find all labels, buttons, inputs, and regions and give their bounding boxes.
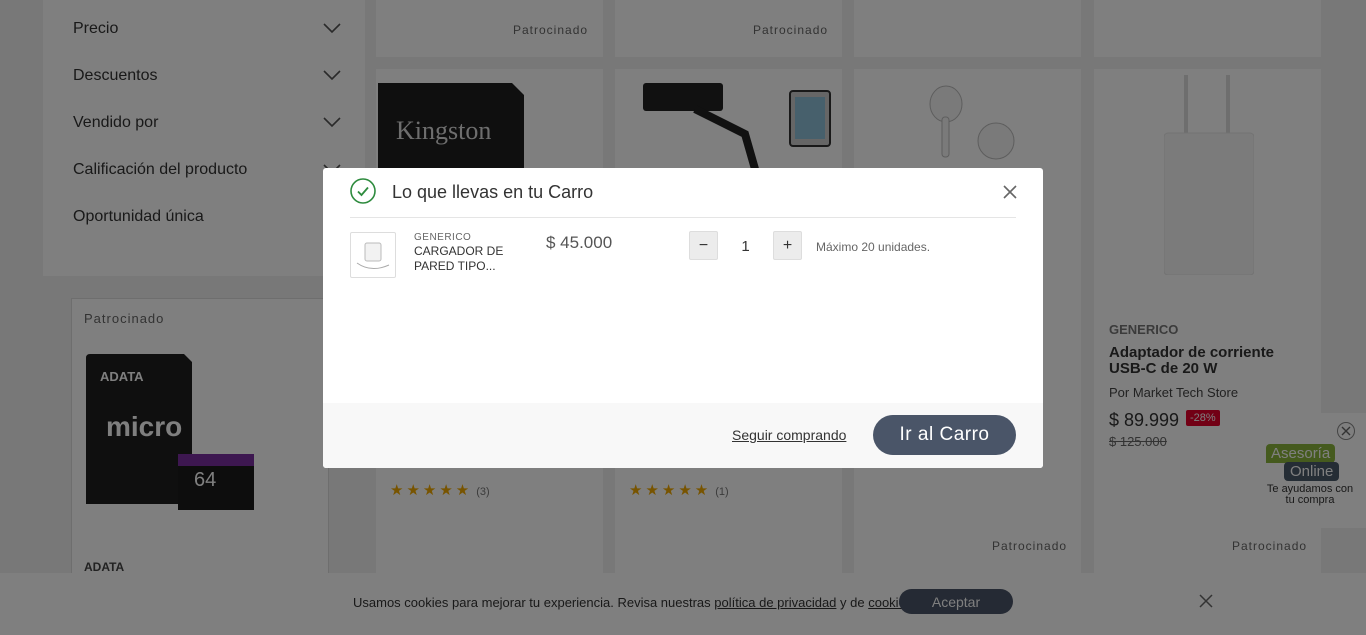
quantity-value[interactable]: 1 (728, 238, 763, 255)
cart-item-price: $ 45.000 (546, 233, 613, 252)
quantity-increase-button[interactable]: + (773, 231, 802, 260)
cart-item-name[interactable]: CARGADOR DE PARED TIPO... (414, 244, 524, 274)
modal-title: Lo que llevas en tu Carro (392, 182, 594, 202)
continue-shopping-link[interactable]: Seguir comprando (732, 427, 846, 443)
quantity-decrease-button[interactable]: − (689, 231, 718, 260)
charger-image (356, 242, 390, 269)
check-circle-icon (350, 178, 376, 204)
cart-item-thumbnail (350, 232, 396, 278)
cart-modal: Lo que llevas en tu Carro GENERICO CARGA… (323, 168, 1043, 468)
close-icon[interactable] (1003, 185, 1017, 199)
modal-footer: Seguir comprando Ir al Carro (323, 403, 1043, 468)
go-to-cart-button[interactable]: Ir al Carro (873, 415, 1016, 455)
max-units-note: Máximo 20 unidades. (816, 240, 931, 254)
cart-item-brand: GENERICO (414, 232, 472, 243)
divider (350, 217, 1016, 218)
